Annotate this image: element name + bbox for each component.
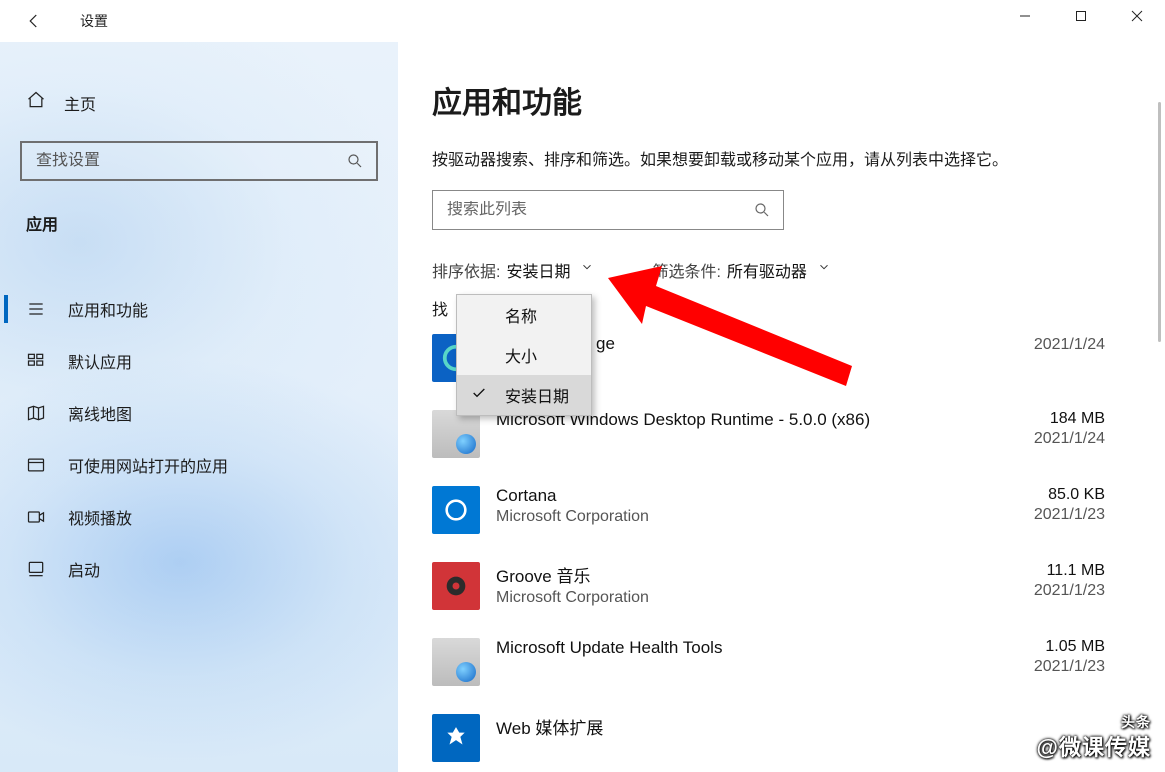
- sidebar-search[interactable]: [20, 141, 378, 181]
- sidebar-item-video-playback[interactable]: 视频播放: [0, 491, 398, 543]
- sidebar-item-label: 启动: [68, 557, 100, 581]
- titlebar: 设置: [0, 0, 1165, 42]
- list-icon: [26, 299, 46, 319]
- sort-menu-item-size[interactable]: 大小: [457, 335, 591, 375]
- close-button[interactable]: [1109, 0, 1165, 32]
- chevron-down-icon: [580, 260, 594, 279]
- page-title: 应用和功能: [432, 78, 1105, 122]
- app-size: 184 MB: [995, 410, 1105, 428]
- window-title: 设置: [80, 11, 108, 31]
- minimize-icon: [1019, 10, 1031, 22]
- sidebar-item-label: 视频播放: [68, 505, 132, 529]
- app-name: Web 媒体扩展: [496, 714, 995, 739]
- watermark-main: @微课传媒: [1037, 735, 1151, 760]
- app-publisher: Microsoft Corporation: [496, 508, 995, 526]
- app-icon-groove: [432, 562, 480, 610]
- sort-menu-item-install-date[interactable]: 安装日期: [457, 375, 591, 415]
- app-icon-installer: [432, 410, 480, 458]
- sort-menu-item-label: 大小: [505, 343, 537, 367]
- app-size: 11.1 MB: [995, 562, 1105, 580]
- map-icon: [26, 403, 46, 423]
- back-button[interactable]: [22, 9, 46, 33]
- minimize-button[interactable]: [997, 0, 1053, 32]
- app-size: 1.05 MB: [995, 638, 1105, 656]
- sort-by-dropdown[interactable]: 排序依据: 安装日期: [432, 258, 594, 282]
- check-icon: [471, 385, 487, 406]
- app-date: 2021/1/23: [995, 506, 1105, 524]
- nav-home-label: 主页: [64, 91, 96, 115]
- sidebar: 主页 应用 应用和功能 默认应用 离线地图: [0, 42, 398, 772]
- sidebar-item-startup[interactable]: 启动: [0, 543, 398, 595]
- sidebar-item-label: 可使用网站打开的应用: [68, 453, 228, 477]
- app-row[interactable]: Microsoft Update Health Tools 1.05 MB 20…: [432, 628, 1105, 704]
- sort-label: 排序依据:: [432, 258, 500, 282]
- sidebar-item-default-apps[interactable]: 默认应用: [0, 335, 398, 387]
- close-icon: [1131, 10, 1143, 22]
- watermark-small: 头条: [1037, 712, 1151, 732]
- sidebar-item-offline-maps[interactable]: 离线地图: [0, 387, 398, 439]
- sort-menu-item-label: 安装日期: [505, 383, 569, 407]
- page-description: 按驱动器搜索、排序和筛选。如果想要卸载或移动某个应用，请从列表中选择它。: [432, 148, 1012, 174]
- filter-label: 筛选条件:: [652, 258, 720, 282]
- search-icon: [346, 152, 364, 170]
- app-size: 85.0 KB: [995, 486, 1105, 504]
- app-list-search[interactable]: [432, 190, 784, 230]
- nav-home[interactable]: 主页: [0, 82, 398, 123]
- sort-value: 安装日期: [506, 258, 570, 282]
- defaults-icon: [26, 351, 46, 371]
- startup-icon: [26, 559, 46, 579]
- search-icon: [753, 201, 771, 219]
- sort-menu-item-label: 名称: [505, 303, 537, 327]
- app-row[interactable]: Groove 音乐 Microsoft Corporation 11.1 MB …: [432, 552, 1105, 628]
- maximize-icon: [1075, 10, 1087, 22]
- sidebar-search-input[interactable]: [36, 152, 296, 170]
- sidebar-item-label: 应用和功能: [68, 297, 148, 321]
- app-icon-installer: [432, 638, 480, 686]
- video-icon: [26, 507, 46, 527]
- app-date: 2021/1/24: [995, 336, 1105, 354]
- app-name: Groove 音乐: [496, 562, 995, 587]
- app-date: 2021/1/24: [995, 430, 1105, 448]
- scrollbar[interactable]: [1158, 102, 1161, 342]
- sidebar-item-label: 离线地图: [68, 401, 132, 425]
- app-name: Cortana: [496, 486, 995, 506]
- chevron-down-icon: [817, 260, 831, 279]
- sidebar-item-apps-for-websites[interactable]: 可使用网站打开的应用: [0, 439, 398, 491]
- filter-value: 所有驱动器: [727, 258, 807, 282]
- sidebar-section-label: 应用: [0, 203, 398, 245]
- sidebar-item-label: 默认应用: [68, 349, 132, 373]
- sort-menu: 名称 大小 安装日期: [456, 294, 592, 416]
- app-row[interactable]: Cortana Microsoft Corporation 85.0 KB 20…: [432, 476, 1105, 552]
- watermark: 头条 @微课传媒: [1037, 712, 1151, 762]
- app-date: 2021/1/23: [995, 582, 1105, 600]
- home-icon: [26, 90, 46, 115]
- sidebar-item-apps-features[interactable]: 应用和功能: [0, 283, 398, 335]
- app-row[interactable]: Web 媒体扩展: [432, 704, 1105, 772]
- arrow-left-icon: [25, 12, 43, 30]
- app-date: 2021/1/23: [995, 658, 1105, 676]
- app-publisher: Microsoft Corporation: [496, 589, 995, 607]
- app-icon-cortana: [432, 486, 480, 534]
- link-icon: [26, 455, 46, 475]
- app-list-search-input[interactable]: [447, 201, 727, 219]
- app-icon-web: [432, 714, 480, 762]
- app-name: Microsoft Update Health Tools: [496, 638, 995, 658]
- filter-by-dropdown[interactable]: 筛选条件: 所有驱动器: [652, 258, 830, 282]
- maximize-button[interactable]: [1053, 0, 1109, 32]
- sort-menu-item-name[interactable]: 名称: [457, 295, 591, 335]
